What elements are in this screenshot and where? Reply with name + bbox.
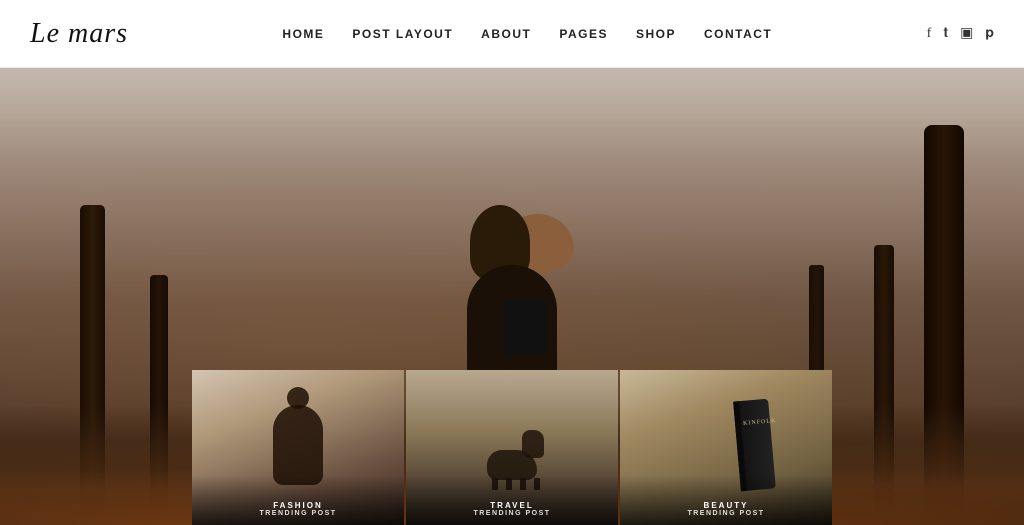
main-nav: HOME POST LAYOUT ABOUT PAGES SHOP CONTAC…: [282, 27, 772, 41]
beauty-label: TRENDING POST: [687, 510, 764, 517]
fashion-figure-body: [273, 405, 323, 485]
site-header: Le mars HOME POST LAYOUT ABOUT PAGES SHO…: [0, 0, 1024, 68]
social-links: f 𝐭 ▣ 𝐩: [927, 25, 994, 42]
post-card-beauty-overlay: BEAUTY TRENDING POST: [620, 475, 832, 525]
nav-home[interactable]: HOME: [282, 27, 324, 41]
post-cards-container: FASHION TRENDING POST: [192, 370, 832, 525]
figure-backpack: [503, 300, 548, 355]
nav-post-layout[interactable]: POST LAYOUT: [352, 27, 453, 41]
post-card-beauty[interactable]: KINFOLK BEAUTY TRENDING POST: [620, 370, 832, 525]
hero-background: FASHION TRENDING POST: [0, 68, 1024, 525]
nav-contact[interactable]: CONTACT: [704, 27, 772, 41]
nav-shop[interactable]: SHOP: [636, 27, 676, 41]
travel-label: TRENDING POST: [473, 510, 550, 517]
post-card-travel-overlay: TRAVEL TRENDING POST: [406, 475, 618, 525]
fashion-category: FASHION: [273, 501, 323, 510]
post-card-travel[interactable]: TRAVEL TRENDING POST: [406, 370, 618, 525]
hero-section: FASHION TRENDING POST: [0, 68, 1024, 525]
twitter-icon[interactable]: 𝐭: [943, 26, 948, 42]
travel-category: TRAVEL: [490, 501, 533, 510]
book-title: KINFOLK: [743, 419, 766, 427]
nav-pages[interactable]: PAGES: [559, 27, 608, 41]
nav-about[interactable]: ABOUT: [481, 27, 531, 41]
facebook-icon[interactable]: f: [927, 26, 932, 42]
beauty-category: BEAUTY: [704, 501, 749, 510]
fashion-figure: [273, 405, 323, 485]
fashion-label: TRENDING POST: [259, 510, 336, 517]
instagram-icon[interactable]: ▣: [960, 25, 973, 42]
pinterest-icon[interactable]: 𝐩: [985, 26, 994, 42]
post-card-fashion-overlay: FASHION TRENDING POST: [192, 475, 404, 525]
post-card-fashion[interactable]: FASHION TRENDING POST: [192, 370, 404, 525]
logo[interactable]: Le mars: [30, 18, 128, 50]
